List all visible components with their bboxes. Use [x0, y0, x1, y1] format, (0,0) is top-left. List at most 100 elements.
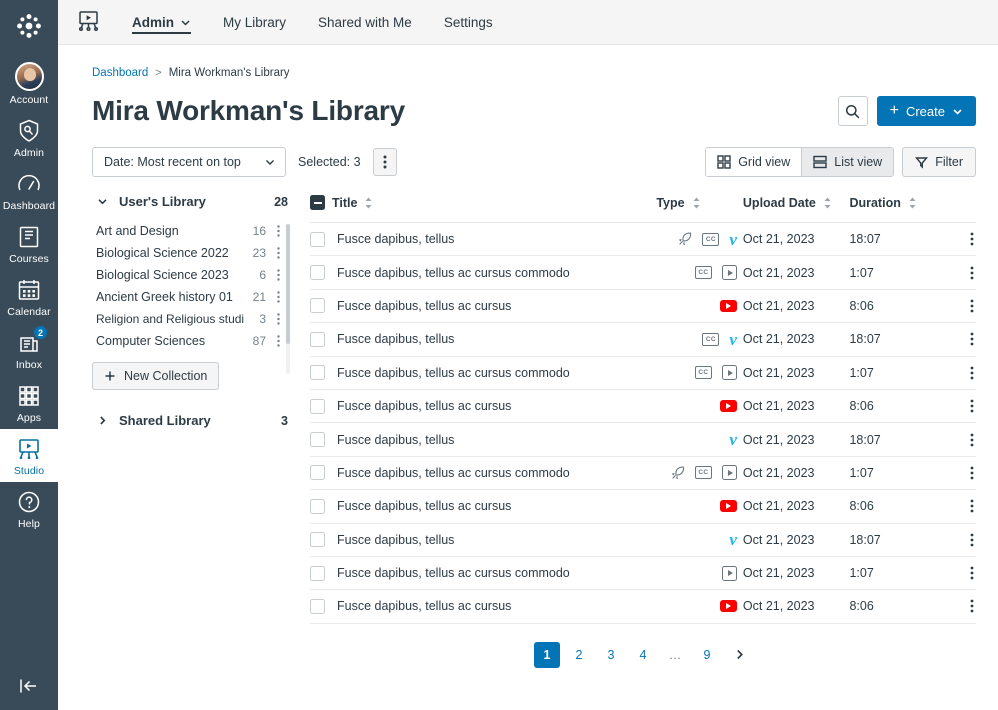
sidebar-item-apps[interactable]: Apps — [0, 376, 58, 429]
tab-settings[interactable]: Settings — [428, 0, 509, 45]
table-row[interactable]: Fusce dapibus, tellus ac cursus commodoC… — [310, 456, 976, 489]
page-title-row: Mira Workman's Library + Create — [92, 95, 976, 127]
shared-library-header[interactable]: Shared Library 3 — [92, 410, 290, 431]
grid-view-button[interactable]: Grid view — [706, 148, 801, 176]
media-table: Title Type — [310, 191, 976, 624]
table-row[interactable]: Fusce dapibus, tellusvOct 21, 202318:07 — [310, 423, 976, 456]
row-kebab-button[interactable] — [936, 599, 976, 613]
row-checkbox[interactable] — [310, 265, 325, 280]
row-checkbox[interactable] — [310, 566, 325, 581]
collection-kebab-button[interactable] — [272, 335, 284, 347]
sidebar-item-inbox[interactable]: 2 Inbox — [0, 323, 58, 376]
canvas-logo[interactable] — [15, 12, 43, 45]
column-duration-label: Duration — [849, 196, 900, 210]
row-kebab-button[interactable] — [936, 299, 976, 313]
sidebar-item-account[interactable]: Account — [0, 55, 58, 111]
row-checkbox[interactable] — [310, 332, 325, 347]
video-play-icon — [722, 465, 737, 480]
user-library-count: 28 — [274, 195, 288, 209]
cc-icon: CC — [695, 366, 712, 379]
row-checkbox[interactable] — [310, 365, 325, 380]
sidebar-item-admin[interactable]: Admin — [0, 111, 58, 164]
main-area: Admin My Library Shared with Me Settings… — [58, 0, 998, 710]
breadcrumb-dashboard[interactable]: Dashboard — [92, 67, 148, 79]
row-kebab-button[interactable] — [936, 232, 976, 246]
row-checkbox[interactable] — [310, 499, 325, 514]
list-item[interactable]: Ancient Greek history 01 21 — [92, 286, 284, 308]
sidebar-item-studio[interactable]: Studio — [0, 429, 58, 482]
row-checkbox[interactable] — [310, 465, 325, 480]
collection-kebab-button[interactable] — [272, 247, 284, 259]
tab-admin[interactable]: Admin — [116, 0, 207, 45]
page-button-3[interactable]: 3 — [598, 642, 624, 668]
sidebar-item-courses[interactable]: Courses — [0, 217, 58, 270]
column-actions — [936, 191, 976, 223]
list-item[interactable]: Biological Science 2023 6 — [92, 264, 284, 286]
studio-projector-logo[interactable] — [76, 9, 102, 35]
collection-kebab-button[interactable] — [272, 225, 284, 237]
row-checkbox[interactable] — [310, 532, 325, 547]
table-row[interactable]: Fusce dapibus, tellusCCvOct 21, 202318:0… — [310, 223, 976, 256]
list-item[interactable]: Religion and Religious studies 3 — [92, 308, 284, 330]
page-button-9[interactable]: 9 — [694, 642, 720, 668]
user-library-header[interactable]: User's Library 28 — [92, 191, 290, 212]
table-row[interactable]: Fusce dapibus, tellus ac cursusOct 21, 2… — [310, 389, 976, 422]
tab-my-library[interactable]: My Library — [207, 0, 302, 45]
page-button-1[interactable]: 1 — [534, 642, 560, 668]
row-checkbox[interactable] — [310, 399, 325, 414]
cell-title: Fusce dapibus, tellus ac cursus — [310, 590, 656, 623]
row-checkbox[interactable] — [310, 232, 325, 247]
next-page-button[interactable] — [726, 642, 752, 668]
collection-kebab-button[interactable] — [272, 269, 284, 281]
sidebar-item-calendar[interactable]: Calendar — [0, 270, 58, 323]
list-item[interactable]: Art and Design 16 — [92, 220, 284, 242]
cell-actions — [936, 289, 976, 322]
row-kebab-button[interactable] — [936, 399, 976, 413]
row-kebab-button[interactable] — [936, 433, 976, 447]
collection-kebab-button[interactable] — [272, 313, 284, 325]
tab-shared-with-me-label: Shared with Me — [318, 15, 412, 30]
list-view-button[interactable]: List view — [801, 148, 893, 176]
row-kebab-button[interactable] — [936, 366, 976, 380]
table-row[interactable]: Fusce dapibus, tellus ac cursus commodoO… — [310, 556, 976, 589]
sidebar-item-label: Dashboard — [3, 200, 55, 212]
table-row[interactable]: Fusce dapibus, tellus ac cursusOct 21, 2… — [310, 490, 976, 523]
sidebar-item-dashboard[interactable]: Dashboard — [0, 164, 58, 217]
new-collection-button[interactable]: New Collection — [92, 362, 219, 390]
create-button[interactable]: + Create — [877, 96, 976, 126]
row-kebab-button[interactable] — [936, 466, 976, 480]
page-button-2[interactable]: 2 — [566, 642, 592, 668]
sort-select[interactable]: Date: Most recent on top — [92, 147, 286, 177]
row-kebab-button[interactable] — [936, 499, 976, 513]
page-button-4[interactable]: 4 — [630, 642, 656, 668]
table-row[interactable]: Fusce dapibus, tellus ac cursusOct 21, 2… — [310, 590, 976, 623]
row-checkbox[interactable] — [310, 298, 325, 313]
video-play-icon — [722, 365, 737, 380]
row-kebab-button[interactable] — [936, 533, 976, 547]
sidebar-item-label: Inbox — [16, 359, 42, 371]
row-checkbox[interactable] — [310, 599, 325, 614]
bulk-actions-kebab-button[interactable] — [373, 148, 397, 176]
collection-kebab-button[interactable] — [272, 291, 284, 303]
list-item[interactable]: Computer Sciences 87 — [92, 330, 284, 352]
row-kebab-button[interactable] — [936, 266, 976, 280]
row-kebab-button[interactable] — [936, 332, 976, 346]
pagination: 1 2 3 4 … 9 — [310, 642, 976, 668]
youtube-icon — [720, 600, 737, 612]
table-row[interactable]: Fusce dapibus, tellus ac cursusOct 21, 2… — [310, 289, 976, 322]
search-button[interactable] — [838, 96, 868, 126]
filter-button[interactable]: Filter — [902, 147, 976, 177]
youtube-icon — [720, 400, 737, 412]
tab-shared-with-me[interactable]: Shared with Me — [302, 0, 428, 45]
table-row[interactable]: Fusce dapibus, tellusvOct 21, 202318:07 — [310, 523, 976, 556]
table-row[interactable]: Fusce dapibus, tellusCCvOct 21, 202318:0… — [310, 323, 976, 356]
table-row[interactable]: Fusce dapibus, tellus ac cursus commodoC… — [310, 356, 976, 389]
table-row[interactable]: Fusce dapibus, tellus ac cursus commodoC… — [310, 256, 976, 289]
collections-scrollbar-thumb[interactable] — [286, 224, 290, 344]
row-kebab-button[interactable] — [936, 566, 976, 580]
select-all-checkbox[interactable] — [310, 195, 325, 210]
list-item[interactable]: Biological Science 2022 23 — [92, 242, 284, 264]
sidebar-item-help[interactable]: Help — [0, 482, 58, 535]
row-checkbox[interactable] — [310, 432, 325, 447]
collapse-left-icon[interactable] — [0, 676, 58, 696]
